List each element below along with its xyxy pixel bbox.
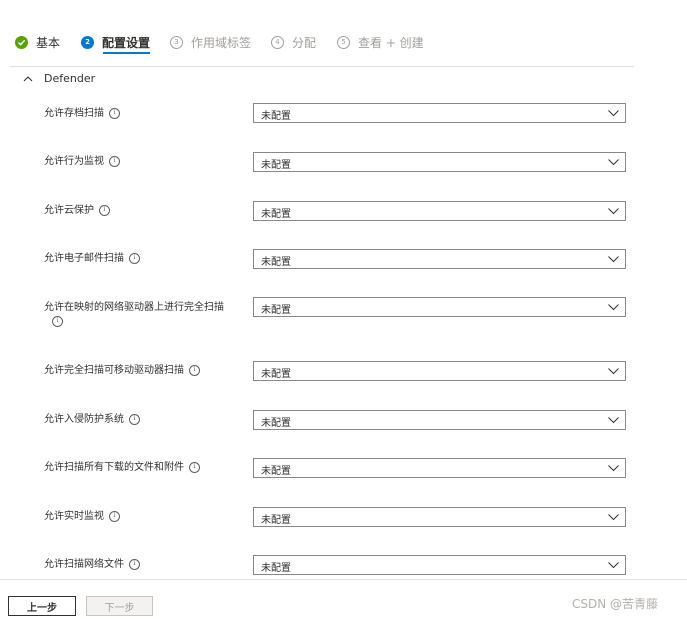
dropdown-value: 未配置 [261,209,291,220]
wizard-steps: 基本 2 配置设置 3 作用域标签 4 分配 5 查看 + 创建 [0,28,687,58]
step-number-badge: 3 [170,36,183,49]
info-icon[interactable]: i [52,315,63,327]
wizard-step-label: 查看 + 创建 [358,36,424,50]
wizard-step-label: 分配 [292,36,317,50]
wizard-step-label: 配置设置 [102,36,151,50]
chevron-down-icon [608,208,619,215]
setting-label: 允许扫描所有下载的文件和附件 i [44,461,249,475]
step-number-badge: 5 [337,36,350,49]
wizard-step-label: 作用域标签 [191,36,252,50]
section-title: Defender [44,72,96,85]
setting-label: 允许云保护 i [44,204,244,218]
next-button[interactable]: 下一步 [86,596,153,616]
wizard-step-review-create[interactable]: 5 查看 + 创建 [337,34,424,51]
wizard-step-basics[interactable]: 基本 [15,34,60,51]
chevron-down-icon [608,110,619,117]
info-icon[interactable]: i [189,461,200,473]
dropdown-value: 未配置 [261,160,291,171]
wizard-step-configuration[interactable]: 2 配置设置 [81,34,150,51]
chevron-down-icon [608,514,619,521]
step-number-badge: 2 [81,36,94,49]
dropdown-value: 未配置 [261,369,291,380]
setting-label: 允许行为监视 i [44,155,244,169]
setting-label: 允许电子邮件扫描 i [44,252,244,266]
header-divider [10,66,634,67]
dropdown-value: 未配置 [261,466,291,477]
dropdown-value: 未配置 [261,111,291,122]
setting-dropdown[interactable]: 未配置 [253,297,626,317]
setting-dropdown[interactable]: 未配置 [253,507,626,527]
chevron-down-icon [608,368,619,375]
setting-dropdown[interactable]: 未配置 [253,152,626,172]
watermark: CSDN @苦青藤 [572,597,659,611]
chevron-down-icon [608,562,619,569]
dropdown-value: 未配置 [261,563,291,574]
setting-dropdown[interactable]: 未配置 [253,555,626,575]
info-icon[interactable]: i [129,413,140,425]
info-icon[interactable]: i [109,107,120,119]
chevron-down-icon [608,465,619,472]
dropdown-value: 未配置 [261,257,291,268]
info-icon[interactable]: i [129,252,140,264]
setting-dropdown[interactable]: 未配置 [253,410,626,430]
info-icon[interactable]: i [109,510,120,522]
setting-dropdown[interactable]: 未配置 [253,458,626,478]
section-toggle-defender[interactable]: Defender [22,72,95,85]
dropdown-value: 未配置 [261,305,291,316]
setting-label: 允许在映射的网络驱动器上进行完全扫描 i [44,301,249,329]
setting-dropdown[interactable]: 未配置 [253,361,626,381]
setting-label: 允许入侵防护系统 i [44,413,244,427]
wizard-step-assignments[interactable]: 4 分配 [271,34,316,51]
step-number-badge: 4 [271,36,284,49]
info-icon[interactable]: i [99,204,110,216]
setting-label: 允许实时监视 i [44,510,244,524]
chevron-down-icon [608,304,619,311]
wizard-step-label: 基本 [36,36,61,50]
check-icon [15,36,28,49]
setting-label: 允许存档扫描 i [44,107,244,121]
chevron-down-icon [608,256,619,263]
info-icon[interactable]: i [109,155,120,167]
setting-dropdown[interactable]: 未配置 [253,103,626,123]
setting-dropdown[interactable]: 未配置 [253,201,626,221]
info-icon[interactable]: i [189,364,200,376]
info-icon[interactable]: i [129,558,140,570]
wizard-step-scope-tags[interactable]: 3 作用域标签 [170,34,251,51]
chevron-down-icon [608,159,619,166]
chevron-up-icon [23,75,33,81]
dropdown-value: 未配置 [261,515,291,526]
setting-label: 允许扫描网络文件 i [44,558,244,572]
current-step-underline [103,52,150,54]
footer-divider [0,579,687,580]
setting-label: 允许完全扫描可移动驱动器扫描 i [44,364,249,378]
setting-dropdown[interactable]: 未配置 [253,249,626,269]
dropdown-value: 未配置 [261,418,291,429]
chevron-down-icon [608,417,619,424]
previous-button[interactable]: 上一步 [8,596,76,616]
